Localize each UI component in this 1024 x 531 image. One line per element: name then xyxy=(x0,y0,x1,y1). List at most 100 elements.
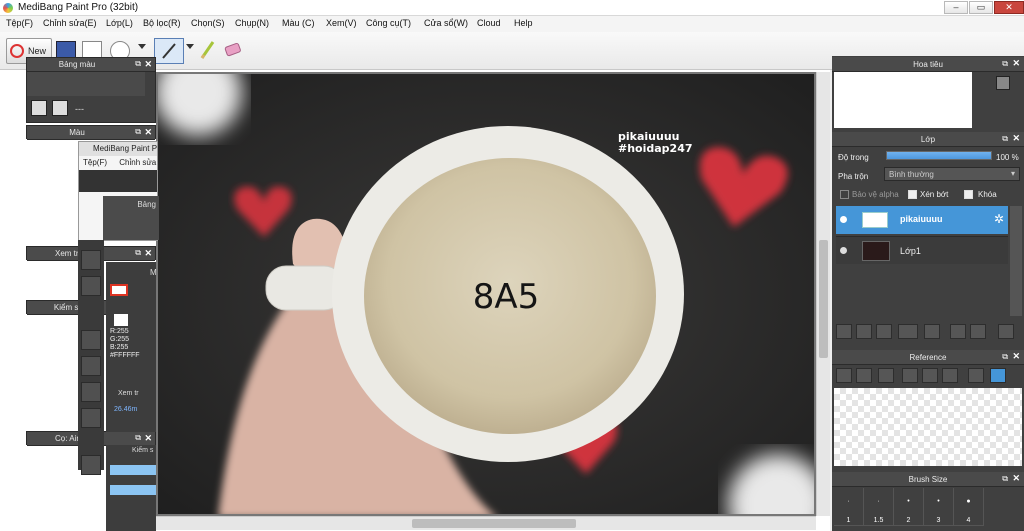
delete-palette-icon[interactable] xyxy=(52,100,68,116)
brush-item[interactable] xyxy=(110,465,156,475)
eyedropper-icon[interactable] xyxy=(968,368,984,383)
brush-size-option[interactable]: · 1 xyxy=(834,488,864,526)
menu-tools[interactable]: Công cụ(T) xyxy=(366,18,411,28)
fill-tool-icon[interactable] xyxy=(81,356,101,376)
pen-dropdown-icon[interactable] xyxy=(186,44,194,50)
close-panel-icon[interactable]: ✕ xyxy=(144,248,152,259)
brush-size-option[interactable]: • 2 xyxy=(894,488,924,526)
undock-icon[interactable]: ⧉ xyxy=(135,127,141,137)
close-icon[interactable] xyxy=(878,368,894,383)
protect-alpha-checkbox[interactable] xyxy=(840,190,849,199)
menu-capture[interactable]: Chụp(N) xyxy=(235,18,269,28)
navigator-preview[interactable] xyxy=(834,72,972,128)
undock-icon[interactable]: ⧉ xyxy=(1002,474,1008,484)
layer-name[interactable]: Lớp1 xyxy=(900,246,921,256)
merge-layer-icon[interactable] xyxy=(970,324,986,339)
minimize-button[interactable]: – xyxy=(944,1,968,14)
palette-swatches[interactable] xyxy=(27,72,145,96)
undock-icon[interactable]: ⧉ xyxy=(135,59,141,69)
brush-tool-icon[interactable] xyxy=(81,250,101,270)
layer-row-selected[interactable]: pikaiuuuu ✲ xyxy=(836,206,1008,234)
nested-menu-edit[interactable]: Chỉnh sửa xyxy=(119,158,156,167)
pencil-tool-button[interactable] xyxy=(198,38,218,64)
new-palette-icon[interactable] xyxy=(31,100,47,116)
menu-color[interactable]: Màu (C) xyxy=(282,18,315,28)
blend-mode-select[interactable]: Bình thường ▾ xyxy=(884,167,1020,181)
close-button[interactable]: ✕ xyxy=(994,1,1024,14)
brush-item[interactable] xyxy=(110,485,156,495)
palette-panel-title: Bảng màu xyxy=(58,60,96,69)
close-panel-icon[interactable]: ✕ xyxy=(1012,58,1020,69)
visibility-eye-icon[interactable] xyxy=(840,216,847,223)
brush-size-option[interactable]: · 1.5 xyxy=(864,488,894,526)
canvas-horizontal-scrollbar[interactable] xyxy=(156,516,816,530)
open-folder-icon[interactable] xyxy=(856,368,872,383)
layers-scrollbar[interactable] xyxy=(1010,206,1022,316)
navigator-tool-icon[interactable] xyxy=(996,76,1010,90)
new-8bit-layer-icon[interactable] xyxy=(876,324,892,339)
foreground-color-swatch[interactable] xyxy=(110,284,128,296)
drawing-canvas[interactable]: pikaiuuuu #hoidap247 8A5 xyxy=(156,72,816,516)
close-panel-icon[interactable]: ✕ xyxy=(144,433,152,444)
brush-size-option[interactable]: • 3 xyxy=(924,488,954,526)
gear-icon[interactable]: ✲ xyxy=(994,212,1004,226)
color-b-value: B:255 xyxy=(110,344,129,351)
menu-cloud[interactable]: Cloud xyxy=(477,18,501,28)
reference-canvas[interactable] xyxy=(834,388,1022,466)
undock-icon[interactable]: ⧉ xyxy=(1002,59,1008,69)
layer-row[interactable]: Lớp1 xyxy=(836,236,1008,264)
menu-view[interactable]: Xem(V) xyxy=(326,18,357,28)
menu-file[interactable]: Tệp(F) xyxy=(6,18,33,28)
close-panel-icon[interactable]: ✕ xyxy=(144,127,152,138)
visibility-eye-icon[interactable] xyxy=(840,247,847,254)
duplicate-layer-icon[interactable] xyxy=(950,324,966,339)
menu-help[interactable]: Help xyxy=(514,18,533,28)
fit-icon[interactable] xyxy=(922,368,938,383)
new-halftone-layer-icon[interactable] xyxy=(856,324,872,339)
canvas-vertical-scrollbar[interactable] xyxy=(816,72,830,516)
lock-checkbox[interactable] xyxy=(964,190,973,199)
close-panel-icon[interactable]: ✕ xyxy=(1012,351,1020,362)
pen-tool-button[interactable] xyxy=(154,38,184,64)
menu-window[interactable]: Cửa sổ(W) xyxy=(424,18,468,28)
close-panel-icon[interactable]: ✕ xyxy=(1012,473,1020,484)
menu-layer[interactable]: Lớp(L) xyxy=(106,18,133,28)
gradient-tool-icon[interactable] xyxy=(81,382,101,402)
brush-size-label: 2 xyxy=(906,517,911,524)
trash-icon[interactable] xyxy=(998,324,1014,339)
close-panel-icon[interactable]: ✕ xyxy=(144,59,152,70)
hand-icon[interactable] xyxy=(990,368,1006,383)
new-document-icon xyxy=(10,44,24,58)
nested-menu-file[interactable]: Tệp(F) xyxy=(83,158,107,167)
menu-filter[interactable]: Bộ lọc(R) xyxy=(143,18,181,28)
eraser-tool-button[interactable] xyxy=(222,38,244,64)
close-panel-icon[interactable]: ✕ xyxy=(1012,133,1020,144)
undock-icon[interactable]: ⧉ xyxy=(1002,352,1008,362)
clipping-checkbox[interactable] xyxy=(908,190,917,199)
select-tool-icon[interactable] xyxy=(81,408,101,428)
blend-label: Pha trộn xyxy=(838,172,869,181)
chevron-down-icon[interactable] xyxy=(138,44,146,50)
clipping-label: Xén bớt xyxy=(920,190,949,199)
undock-icon[interactable]: ⧉ xyxy=(135,433,141,443)
line-tool-icon[interactable] xyxy=(81,276,101,296)
menu-edit[interactable]: Chỉnh sửa(E) xyxy=(43,18,97,28)
folder-icon[interactable] xyxy=(924,324,940,339)
zoom-in-icon[interactable] xyxy=(902,368,918,383)
rectangle-tool-icon[interactable] xyxy=(81,330,101,350)
opacity-slider[interactable] xyxy=(886,151,992,160)
layer-name[interactable]: pikaiuuuu xyxy=(900,214,943,224)
maximize-button[interactable]: ▭ xyxy=(969,1,993,14)
magic-wand-icon[interactable] xyxy=(81,455,101,475)
zoom-out-icon[interactable] xyxy=(942,368,958,383)
new-layer-icon[interactable] xyxy=(836,324,852,339)
layers-header: Lớp ⧉ ✕ xyxy=(832,132,1024,147)
undock-icon[interactable]: ⧉ xyxy=(1002,134,1008,144)
add-layer-dropdown-icon[interactable] xyxy=(898,324,918,339)
cloud-icon[interactable] xyxy=(836,368,852,383)
scroll-thumb[interactable] xyxy=(819,240,828,358)
menu-select[interactable]: Chọn(S) xyxy=(191,18,225,28)
undock-icon[interactable]: ⧉ xyxy=(135,248,141,258)
brush-size-option[interactable]: ● 4 xyxy=(954,488,984,526)
scroll-thumb[interactable] xyxy=(412,519,576,528)
